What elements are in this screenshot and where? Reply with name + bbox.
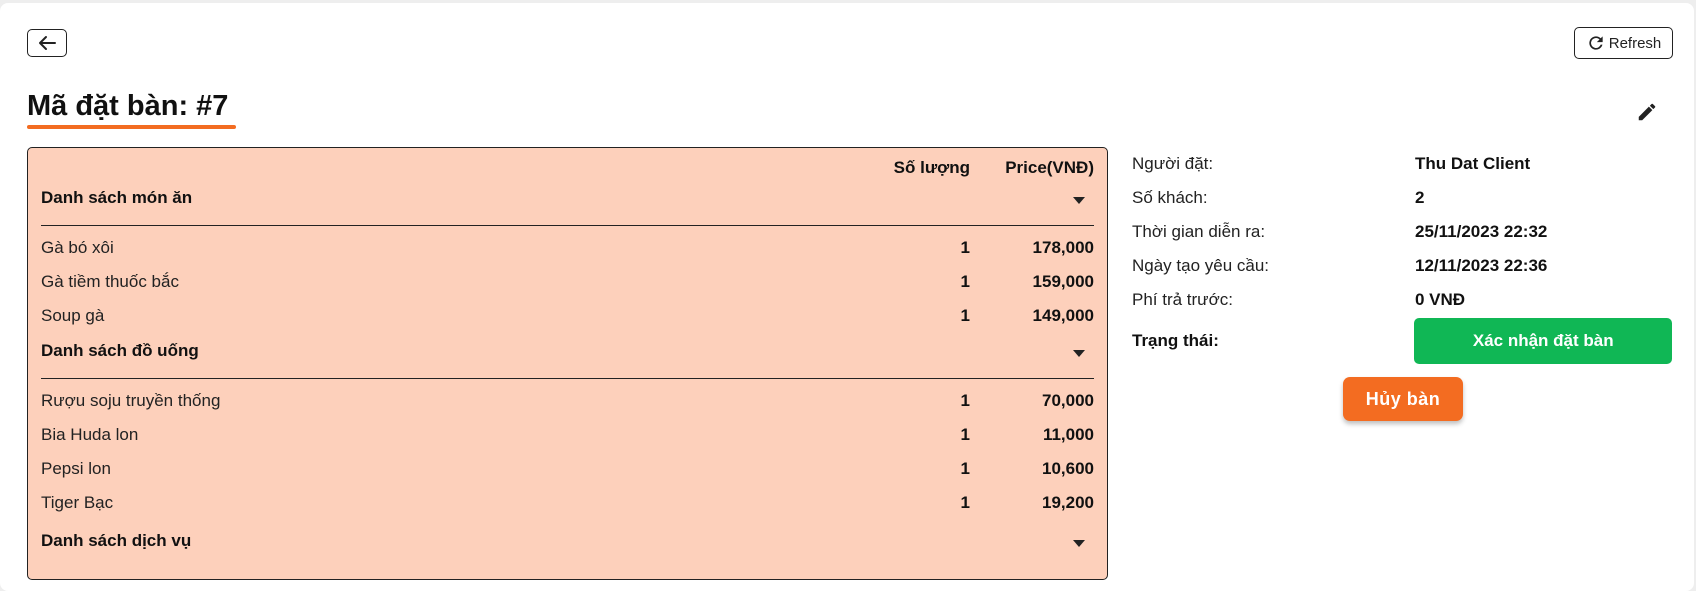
info-row-event-time: Thời gian diễn ra: 25/11/2023 22:32 [1132, 215, 1692, 249]
food-divider [41, 225, 1094, 226]
caret-down-icon[interactable] [1073, 197, 1085, 204]
info-value: 12/11/2023 22:36 [1415, 256, 1548, 275]
status-label: Trạng thái: [1132, 331, 1219, 350]
item-price: 159,000 [1032, 272, 1094, 291]
confirm-booking-button[interactable]: Xác nhận đặt bàn [1414, 318, 1672, 364]
item-name: Bia Huda lon [41, 425, 139, 444]
item-name: Tiger Bạc [41, 493, 114, 512]
info-label: Ngày tạo yêu cầu: [1132, 256, 1270, 275]
title-underline [27, 125, 236, 129]
item-name: Soup gà [41, 306, 105, 325]
info-value: 0 VNĐ [1415, 290, 1466, 309]
info-row-deposit: Phí trả trước: 0 VNĐ [1132, 283, 1692, 317]
refresh-icon [1589, 36, 1603, 50]
item-qty: 1 [960, 459, 970, 478]
info-value: Thu Dat Client [1415, 154, 1531, 173]
list-item: Gà bó xôi 1 178,000 [41, 231, 1094, 265]
back-button[interactable] [27, 29, 67, 57]
list-item: Bia Huda lon 1 11,000 [41, 418, 1094, 452]
item-qty: 1 [960, 493, 970, 512]
refresh-label: Refresh [1608, 34, 1662, 52]
caret-down-icon[interactable] [1073, 350, 1085, 357]
drinks-divider [41, 378, 1094, 379]
item-price: 10,600 [1042, 459, 1094, 478]
drinks-list: Rượu soju truyền thống 1 70,000 Bia Huda… [41, 384, 1094, 520]
list-item: Soup gà 1 149,000 [41, 299, 1094, 333]
food-list: Gà bó xôi 1 178,000 Gà tiềm thuốc bắc 1 … [41, 231, 1094, 333]
info-value: 25/11/2023 22:32 [1415, 222, 1548, 241]
pencil-icon[interactable] [1636, 101, 1658, 123]
list-item: Tiger Bạc 1 19,200 [41, 486, 1094, 520]
cancel-booking-button[interactable]: Hủy bàn [1343, 377, 1463, 421]
info-value: 2 [1415, 188, 1425, 207]
info-label: Người đặt: [1132, 154, 1214, 173]
item-price: 19,200 [1042, 493, 1094, 512]
item-price: 11,000 [1042, 425, 1094, 444]
item-name: Pepsi lon [41, 459, 111, 478]
title-block: Mã đặt bàn: #7 [27, 89, 236, 129]
quantity-column-header: Số lượng [893, 158, 970, 177]
caret-down-icon[interactable] [1073, 540, 1085, 547]
order-items-card: Số lượng Price(VNĐ) Danh sách món ăn Gà … [27, 147, 1108, 580]
item-price: 149,000 [1032, 306, 1094, 325]
item-name: Gà tiềm thuốc bắc [41, 272, 179, 291]
item-price: 70,000 [1042, 391, 1094, 410]
list-item: Pepsi lon 1 10,600 [41, 452, 1094, 486]
info-row-guests: Số khách: 2 [1132, 181, 1692, 215]
food-section-title[interactable]: Danh sách món ăn [41, 188, 192, 208]
info-label: Số khách: [1132, 188, 1208, 207]
item-qty: 1 [960, 391, 970, 410]
drinks-section-title[interactable]: Danh sách đồ uống [41, 341, 199, 361]
arrow-left-icon [39, 36, 56, 50]
list-item: Rượu soju truyền thống 1 70,000 [41, 384, 1094, 418]
booking-detail-page: Refresh Mã đặt bàn: #7 Số lượng Price(VN… [0, 3, 1694, 591]
item-price: 178,000 [1032, 238, 1094, 257]
services-section-title[interactable]: Danh sách dịch vụ [41, 531, 191, 551]
info-label: Phí trả trước: [1132, 290, 1233, 309]
item-qty: 1 [960, 425, 970, 444]
item-qty: 1 [960, 238, 970, 257]
status-row: Trạng thái: Xác nhận đặt bàn [1132, 318, 1672, 364]
item-name: Rượu soju truyền thống [41, 391, 221, 410]
info-row-customer: Người đặt: Thu Dat Client [1132, 147, 1692, 181]
item-qty: 1 [960, 272, 970, 291]
list-item: Gà tiềm thuốc bắc 1 159,000 [41, 265, 1094, 299]
booking-info: Người đặt: Thu Dat Client Số khách: 2 Th… [1132, 147, 1692, 317]
page-title: Mã đặt bàn: #7 [27, 90, 229, 122]
item-qty: 1 [960, 306, 970, 325]
info-row-created-date: Ngày tạo yêu cầu: 12/11/2023 22:36 [1132, 249, 1692, 283]
price-column-header: Price(VNĐ) [1005, 158, 1094, 177]
refresh-button[interactable]: Refresh [1574, 27, 1673, 59]
item-name: Gà bó xôi [41, 238, 114, 257]
info-label: Thời gian diễn ra: [1132, 222, 1266, 241]
